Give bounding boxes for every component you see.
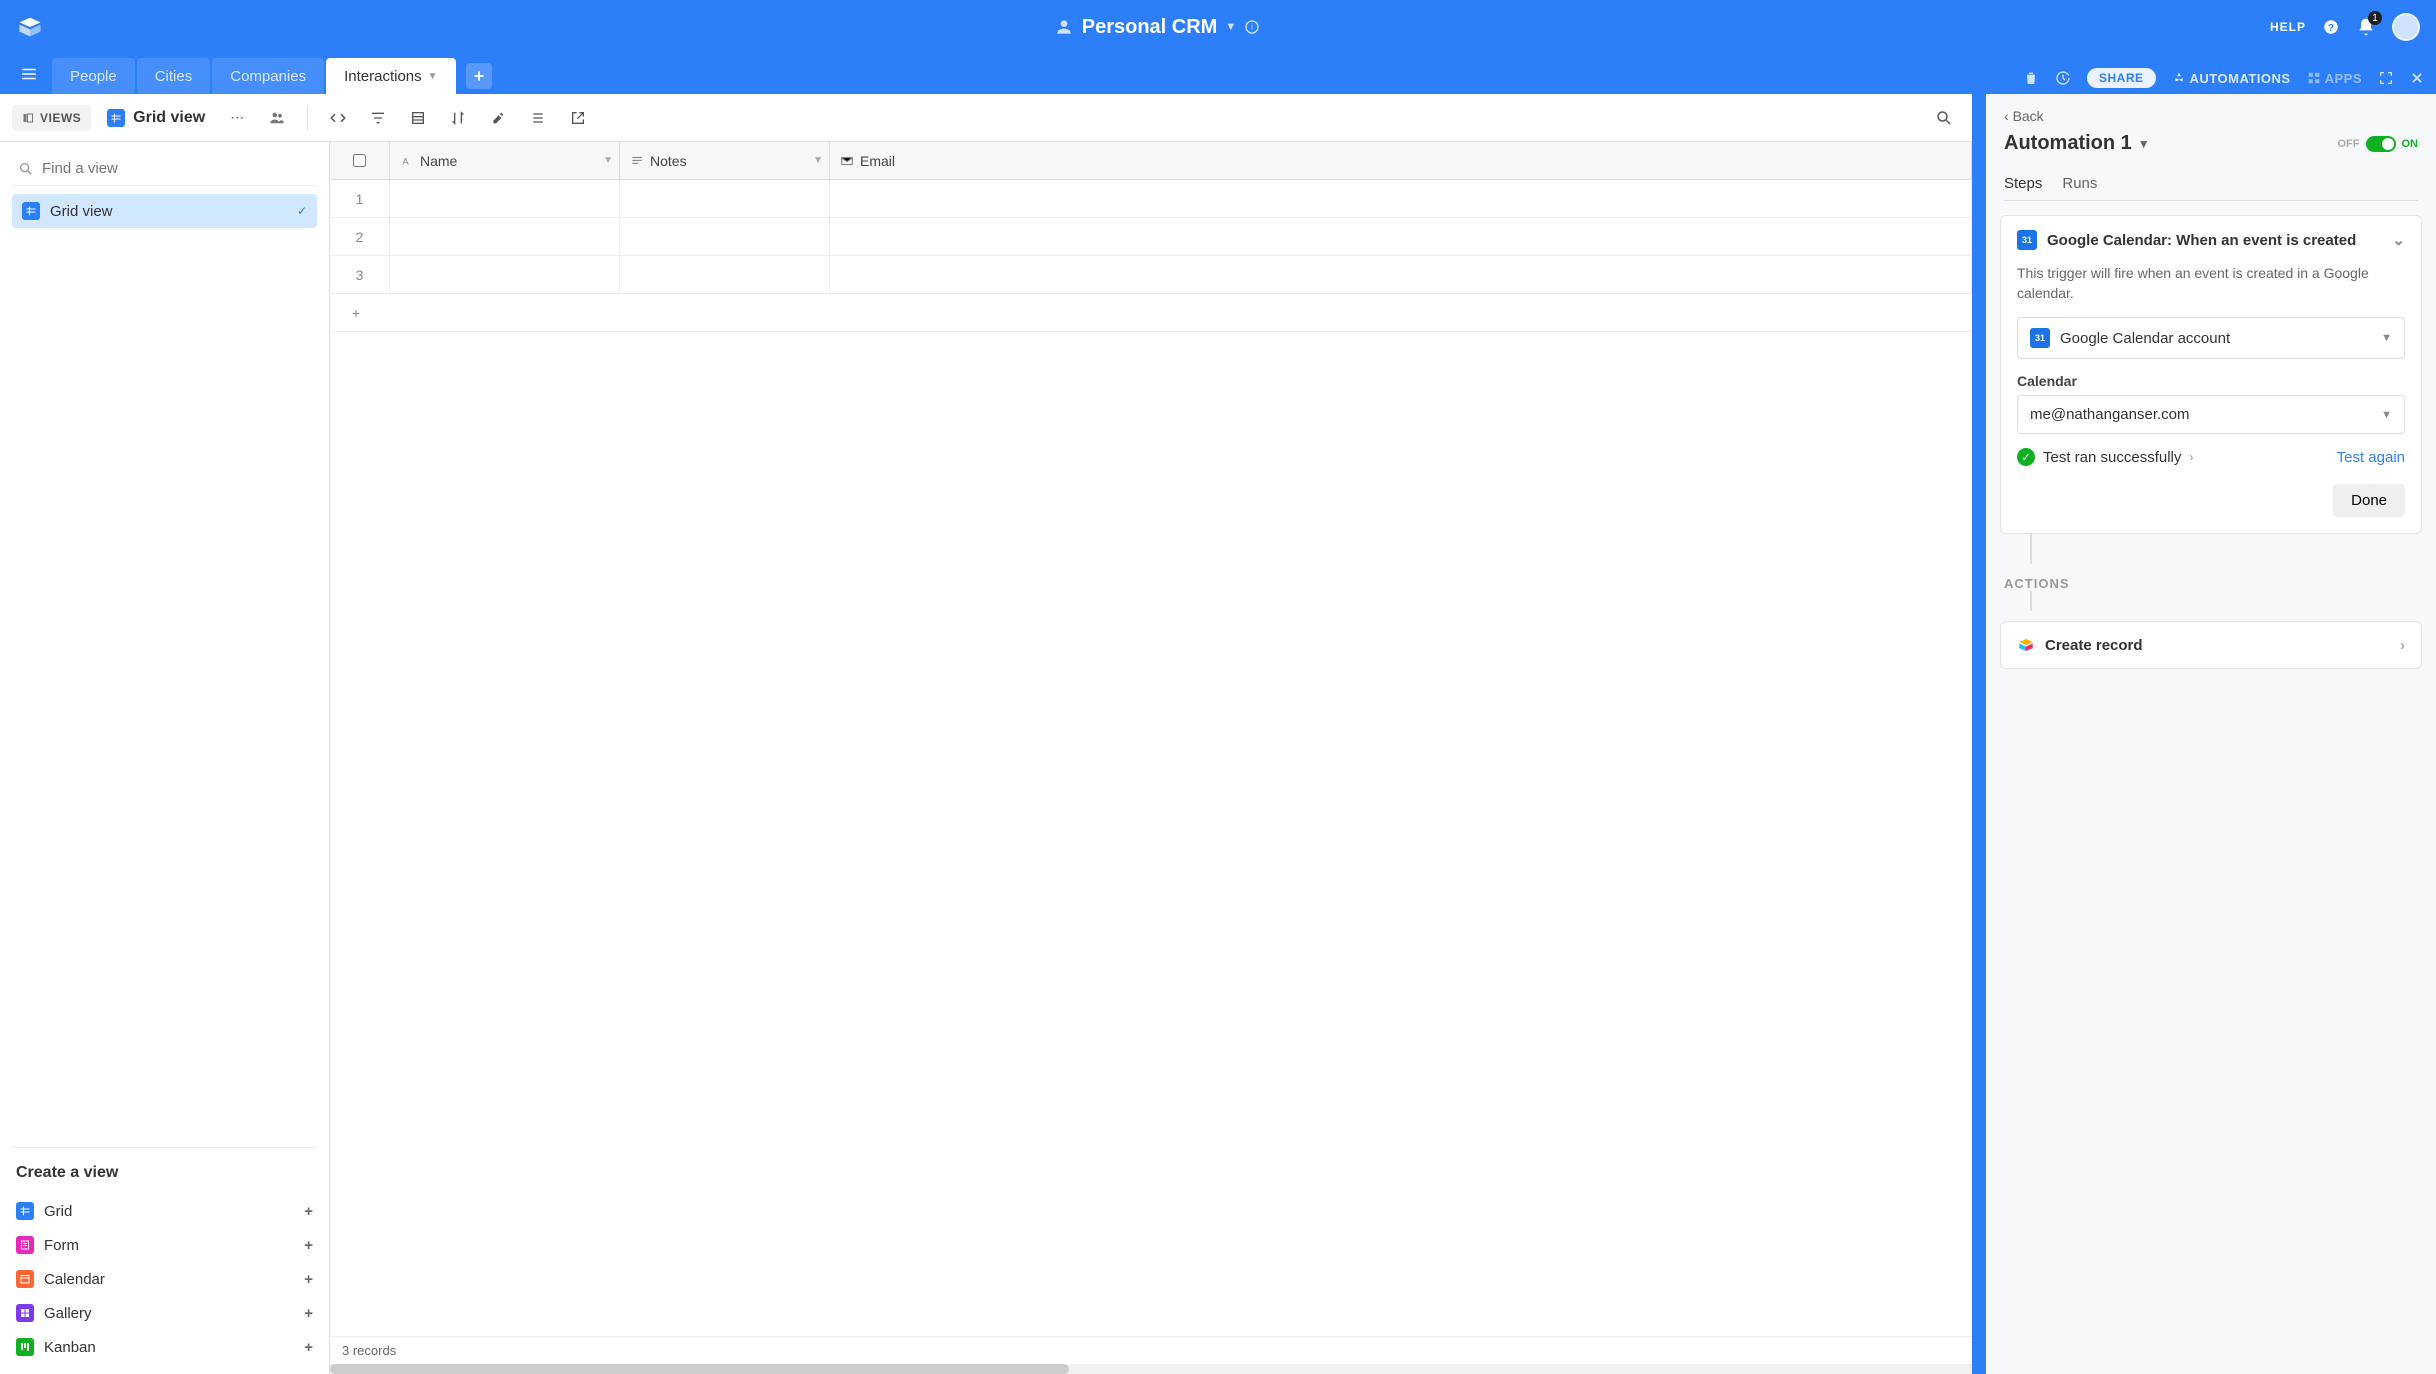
calendar-selector[interactable]: me@nathanganser.com ▼ [2017,395,2405,434]
view-item-grid-view[interactable]: Grid view ✓ [12,194,317,228]
automation-title[interactable]: Automation 1 ▼ [2004,132,2150,155]
current-view-selector[interactable]: Grid view [99,109,213,127]
tab-runs[interactable]: Runs [2062,167,2097,200]
base-title[interactable]: Personal CRM [1082,16,1218,39]
connector-line [2030,534,2032,564]
group-icon[interactable] [402,102,434,134]
info-icon[interactable]: i [1244,19,1260,35]
calendar-field-label: Calendar [2017,373,2405,389]
apps-button[interactable]: APPS [2307,71,2362,86]
help-icon[interactable]: ? [2322,18,2340,36]
filter-icon[interactable] [362,102,394,134]
more-icon[interactable]: ⋯ [221,102,253,134]
table-row[interactable]: 1 [330,180,1972,218]
google-calendar-icon: 31 [2017,230,2037,250]
create-view-grid[interactable]: Grid+ [12,1194,317,1228]
success-icon: ✓ [2017,448,2035,466]
row-height-icon[interactable] [522,102,554,134]
chevron-down-icon: ▼ [2381,409,2392,421]
create-view-heading: Create a view [12,1164,317,1182]
create-view-form[interactable]: Form+ [12,1228,317,1262]
share-button[interactable]: SHARE [2087,68,2156,88]
views-sidebar-toggle[interactable]: VIEWS [12,105,91,131]
tab-steps[interactable]: Steps [2004,167,2042,200]
actions-section-label: ACTIONS [2004,576,2422,591]
help-link[interactable]: HELP [2270,20,2306,34]
tab-people[interactable]: People [52,58,135,94]
table-row[interactable]: 3 [330,256,1972,294]
chevron-down-icon[interactable]: ▼ [603,155,613,166]
google-calendar-icon: 31 [2030,328,2050,348]
test-again-button[interactable]: Test again [2337,449,2405,466]
test-result-text[interactable]: Test ran successfully [2043,449,2181,466]
base-dropdown-icon[interactable]: ▼ [1225,21,1236,33]
close-panel-icon[interactable] [2410,71,2424,85]
trigger-description: This trigger will fire when an event is … [2017,264,2405,303]
create-view-gallery[interactable]: Gallery+ [12,1296,317,1330]
automations-button[interactable]: AUTOMATIONS [2172,71,2291,86]
share-view-icon[interactable] [562,102,594,134]
code-icon[interactable] [322,102,354,134]
svg-text:i: i [1251,23,1253,32]
tab-cities[interactable]: Cities [137,58,211,94]
add-table-button[interactable] [466,63,492,89]
chevron-down-icon[interactable]: ⌄ [2392,231,2405,249]
create-view-kanban[interactable]: Kanban+ [12,1330,317,1364]
notification-badge: 1 [2368,11,2382,25]
horizontal-scrollbar[interactable] [330,1364,1972,1374]
check-icon: ✓ [297,204,307,218]
tab-interactions[interactable]: Interactions▼ [326,58,455,94]
svg-text:A: A [402,156,409,166]
expand-icon[interactable] [2378,70,2394,86]
chevron-down-icon: ▼ [2381,332,2392,344]
create-view-calendar[interactable]: Calendar+ [12,1262,317,1296]
notifications-button[interactable]: 1 [2356,17,2376,37]
select-all-checkbox[interactable] [330,142,390,179]
sort-icon[interactable] [442,102,474,134]
svg-text:?: ? [2328,22,2334,34]
table-row[interactable]: 2 [330,218,1972,256]
tab-companies[interactable]: Companies [212,58,324,94]
column-header-email[interactable]: Email [830,142,1972,179]
search-icon[interactable] [1928,102,1960,134]
airtable-icon [2017,636,2035,654]
chevron-down-icon[interactable]: ▼ [428,71,438,82]
chevron-down-icon[interactable]: ▼ [813,155,823,166]
color-icon[interactable] [482,102,514,134]
column-header-notes[interactable]: Notes▼ [620,142,830,179]
automation-toggle[interactable]: OFF ON [2338,136,2419,152]
user-avatar[interactable] [2392,13,2420,41]
chevron-right-icon: › [2400,637,2405,654]
collaborators-icon[interactable] [261,102,293,134]
history-icon[interactable] [2055,70,2071,86]
search-icon [18,161,34,177]
person-icon [1054,17,1074,37]
column-header-name[interactable]: A Name▼ [390,142,620,179]
connector-line [2030,591,2032,611]
back-button[interactable]: ‹ Back [2004,108,2044,124]
action-create-record[interactable]: Create record › [2000,621,2422,669]
airtable-logo-icon[interactable] [16,13,44,41]
account-selector[interactable]: 31 Google Calendar account ▼ [2017,317,2405,359]
menu-icon[interactable] [12,57,46,91]
add-row-button[interactable]: + [330,294,1972,332]
trigger-header[interactable]: 31 Google Calendar: When an event is cre… [2001,216,2421,264]
trash-icon[interactable] [2023,70,2039,86]
record-count: 3 records [330,1336,1972,1364]
find-view-input[interactable] [42,160,311,177]
done-button[interactable]: Done [2333,484,2405,517]
